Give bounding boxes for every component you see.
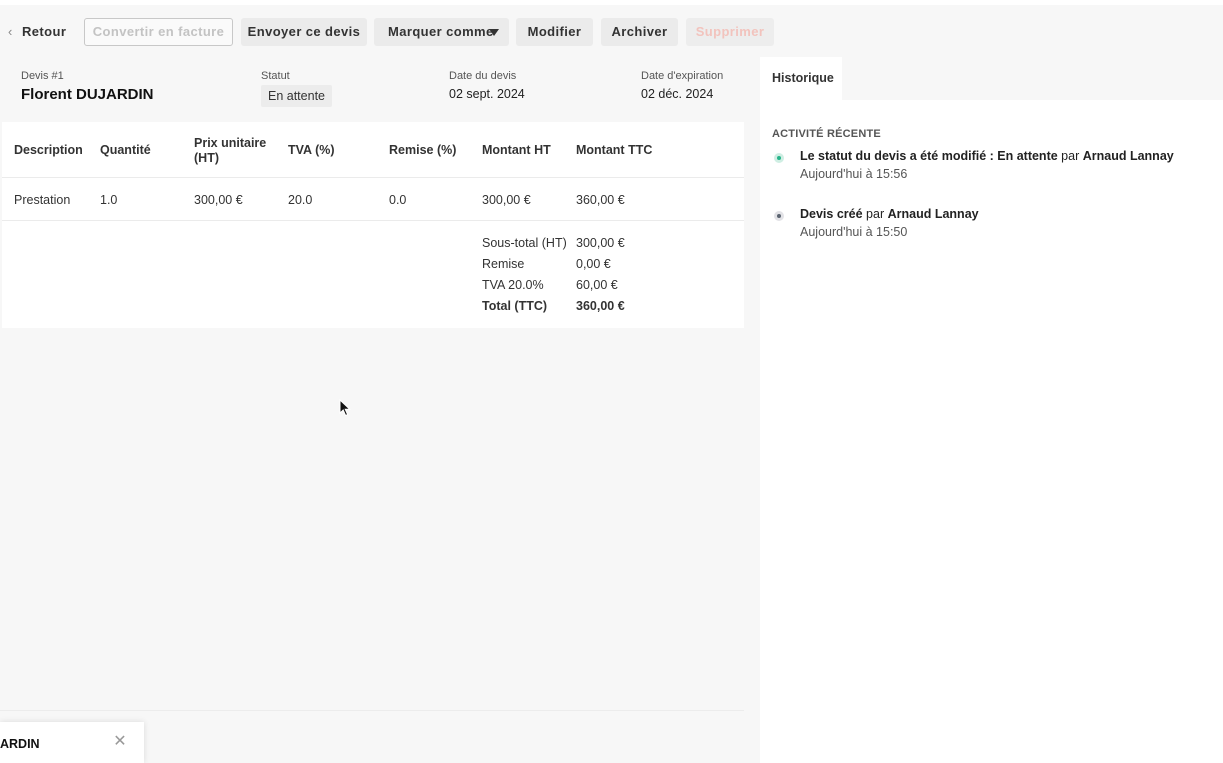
caret-down-icon: [489, 29, 499, 36]
archive-button[interactable]: Archiver: [601, 18, 678, 46]
activity-time: Aujourd'hui à 15:56: [800, 167, 908, 181]
quote-date: 02 sept. 2024: [449, 87, 525, 101]
total-label: Total (TTC): [482, 299, 548, 313]
client-name: Florent DUJARDIN: [21, 86, 154, 103]
expiry-date-label: Date d'expiration: [641, 70, 724, 82]
activity-text: Le statut du devis a été modifié : En at…: [800, 149, 1174, 163]
column-header-quantity: Quantité: [100, 143, 151, 157]
column-header-unit-price-line1: Prix unitaire: [194, 136, 267, 150]
toast-text: ARDIN: [0, 737, 40, 751]
subtotal-value: 300,00 €: [576, 236, 625, 250]
mouse-pointer-icon: [339, 399, 351, 417]
edit-button[interactable]: Modifier: [516, 18, 593, 46]
status-badge: En attente: [261, 85, 332, 107]
row-discount: 0.0: [389, 193, 407, 207]
convert-to-invoice-button[interactable]: Convertir en facture: [84, 18, 233, 46]
chevron-left-icon: ‹: [8, 24, 13, 39]
status-label: Statut: [261, 70, 290, 82]
subtotal-label: Sous-total (HT): [482, 236, 567, 250]
activity-by: par: [866, 207, 885, 221]
activity-author: Arnaud Lannay: [1082, 149, 1174, 163]
column-header-discount: Remise (%): [389, 143, 457, 157]
activity-text: Devis créé par Arnaud Lannay: [800, 207, 979, 221]
toolbar: ‹ Retour Convertir en facture Envoyer ce …: [0, 18, 1223, 46]
status-dot-icon: [774, 153, 784, 163]
quote-lines-card: Description Quantité Prix unitaire (HT) …: [2, 122, 744, 328]
toast-notification: ARDIN ✕: [0, 722, 144, 763]
header-divider: [2, 177, 744, 178]
row-amount-ht: 300,00 €: [482, 193, 531, 207]
column-header-unit-price-line2: (HT): [194, 151, 219, 165]
total-value: 360,00 €: [576, 299, 625, 313]
send-quote-button[interactable]: Envoyer ce devis: [241, 18, 367, 46]
close-icon[interactable]: ✕: [112, 734, 128, 750]
top-strip: [0, 0, 1223, 5]
delete-button[interactable]: Supprimer: [686, 18, 774, 46]
row-unit-price: 300,00 €: [194, 193, 243, 207]
column-header-amount-ht: Montant HT: [482, 143, 551, 157]
quote-number: Devis #1: [21, 70, 64, 82]
activity-by: par: [1061, 149, 1080, 163]
expiry-date: 02 déc. 2024: [641, 87, 714, 101]
activity-action: Devis créé: [800, 207, 863, 221]
quote-date-label: Date du devis: [449, 70, 517, 82]
back-button[interactable]: ‹ Retour: [6, 18, 70, 46]
vat-label: TVA 20.0%: [482, 278, 544, 292]
row-divider: [2, 220, 744, 221]
status-dot-icon: [774, 211, 784, 221]
vat-value: 60,00 €: [576, 278, 618, 292]
row-vat: 20.0: [288, 193, 313, 207]
mark-as-dropdown[interactable]: Marquer comme: [374, 18, 509, 46]
activity-author: Arnaud Lannay: [887, 207, 979, 221]
tab-history[interactable]: Historique: [760, 57, 842, 100]
row-description: Prestation: [14, 193, 71, 207]
column-header-vat: TVA (%): [288, 143, 335, 157]
history-panel: [760, 100, 1223, 763]
recent-activity-title: ACTIVITÉ RÉCENTE: [772, 128, 881, 140]
tab-history-label: Historique: [772, 71, 834, 85]
row-amount-ttc: 360,00 €: [576, 193, 625, 207]
activity-time: Aujourd'hui à 15:50: [800, 225, 908, 239]
notes-divider: [0, 710, 744, 711]
mark-as-label: Marquer comme: [388, 24, 494, 39]
discount-value: 0,00 €: [576, 257, 611, 271]
row-quantity: 1.0: [100, 193, 118, 207]
column-header-unit-price: Prix unitaire (HT): [194, 136, 266, 166]
back-label: Retour: [22, 24, 67, 39]
column-header-amount-ttc: Montant TTC: [576, 143, 653, 157]
discount-label: Remise: [482, 257, 525, 271]
activity-action: Le statut du devis a été modifié : En at…: [800, 149, 1058, 163]
column-header-description: Description: [14, 143, 83, 157]
